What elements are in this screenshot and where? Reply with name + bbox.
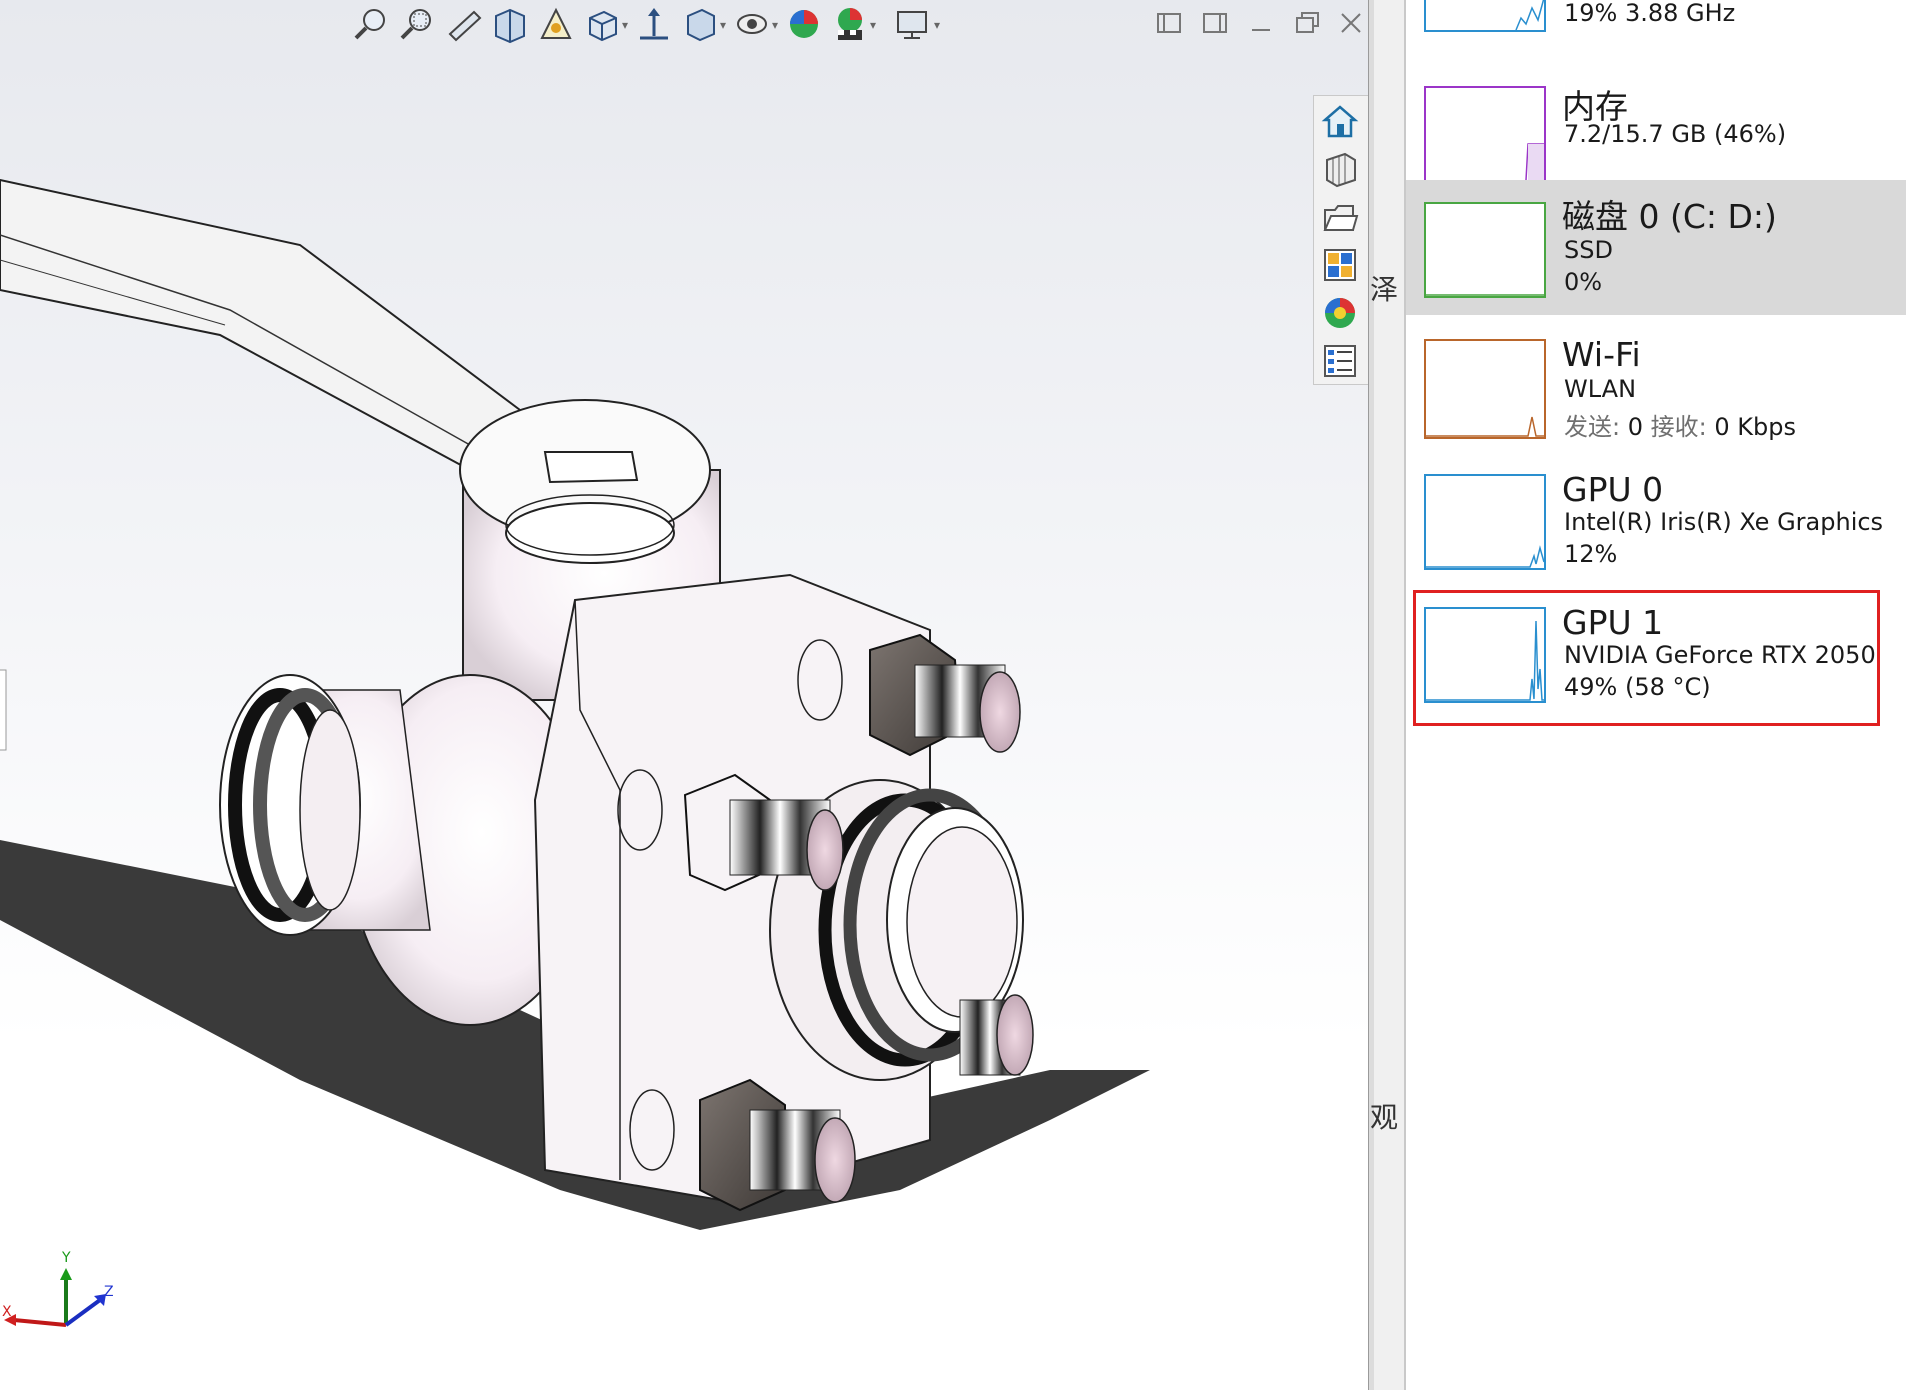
gpu1-highlight-box [1413, 590, 1880, 726]
triad-x-label: X [2, 1304, 12, 1320]
hide-show-dropdown-icon[interactable]: ▾ [720, 18, 726, 32]
edit-appearance-dropdown-icon[interactable]: ▾ [772, 18, 778, 32]
previous-view-icon[interactable] [444, 4, 484, 44]
background-text-bottom: 观 [1370, 1101, 1399, 1134]
triad-z-label: Z [104, 1284, 114, 1300]
cpu-usage-text: 19% 3.88 GHz [1564, 0, 1736, 27]
cpu-graph [1424, 0, 1546, 32]
disk-type-text: SSD [1564, 236, 1613, 264]
task-pane-tabs [1313, 95, 1368, 385]
view-settings-icon[interactable] [830, 4, 870, 44]
cad-viewport[interactable]: Y X Z ▾ ▾ ▾ ▾ ▾ [0, 0, 1368, 1390]
split-right-icon[interactable] [1198, 6, 1232, 40]
wifi-send-value: 0 [1627, 413, 1644, 441]
gpu0-graph [1424, 474, 1546, 570]
view-palette-icon[interactable] [1319, 244, 1361, 286]
perf-item-disk-0[interactable]: 磁盘 0 (C: D:) SSD 0% [1406, 180, 1906, 315]
memory-usage-text: 7.2/15.7 GB (46%) [1564, 120, 1787, 148]
edit-appearance-icon[interactable] [732, 4, 772, 44]
wifi-adapter-text: WLAN [1564, 375, 1637, 403]
gpu0-usage-text: 12% [1564, 540, 1618, 568]
wifi-recv-value: 0 Kbps [1714, 413, 1796, 441]
home-icon[interactable] [1319, 100, 1361, 142]
restore-icon[interactable] [1290, 6, 1324, 40]
memory-graph [1424, 86, 1546, 182]
dynamic-annotation-icon[interactable] [536, 4, 576, 44]
display-style-icon[interactable] [634, 4, 674, 44]
hide-show-icon[interactable] [680, 4, 720, 44]
perf-item-cpu[interactable]: 19% 3.88 GHz [1406, 0, 1906, 48]
perf-item-wifi[interactable]: Wi-Fi WLAN 发送: 0 接收: 0 Kbps [1406, 325, 1906, 455]
design-library-icon[interactable] [1319, 148, 1361, 190]
bolt-bottom-right [959, 994, 1034, 1076]
close-icon[interactable] [1334, 6, 1368, 40]
bolt-top-right [869, 633, 1021, 757]
apply-scene-icon[interactable] [784, 4, 824, 44]
wifi-recv-label: 接收: [1650, 413, 1707, 441]
wifi-throughput-text: 发送: 0 接收: 0 Kbps [1564, 407, 1796, 442]
gpu0-model-text: Intel(R) Iris(R) Xe Graphics [1564, 508, 1884, 536]
background-window-strip [1374, 0, 1406, 1390]
zoom-area-icon[interactable] [398, 4, 438, 44]
appearances-icon[interactable] [1319, 292, 1361, 334]
wifi-send-label: 发送: [1564, 413, 1621, 441]
display-monitor-icon[interactable] [892, 4, 932, 44]
handle-lever [0, 178, 522, 472]
disk-graph [1424, 202, 1546, 298]
split-left-icon[interactable] [1152, 6, 1186, 40]
perf-item-memory[interactable]: 内存 7.2/15.7 GB (46%) [1406, 70, 1906, 198]
zoom-to-fit-icon[interactable] [352, 4, 392, 44]
axis-triad: Y X Z [2, 1250, 114, 1327]
wifi-graph [1424, 339, 1546, 439]
background-text-top: 泽 [1370, 273, 1399, 306]
view-settings-dropdown-icon[interactable]: ▾ [870, 18, 876, 32]
view-orientation-icon[interactable] [582, 4, 622, 44]
file-explorer-icon[interactable] [1319, 196, 1361, 238]
display-monitor-dropdown-icon[interactable]: ▾ [934, 18, 940, 32]
minimize-icon[interactable] [1244, 6, 1278, 40]
disk-usage-text: 0% [1564, 268, 1603, 296]
custom-properties-icon[interactable] [1319, 340, 1361, 382]
triad-y-label: Y [61, 1250, 71, 1266]
wifi-title: Wi-Fi [1562, 335, 1641, 374]
ball-valve-model[interactable]: Y X Z [0, 0, 1368, 1390]
view-orientation-dropdown-icon[interactable]: ▾ [622, 18, 628, 32]
section-view-icon[interactable] [490, 4, 530, 44]
gpu0-title: GPU 0 [1562, 470, 1664, 509]
disk-title: 磁盘 0 (C: D:) [1562, 197, 1777, 236]
perf-item-gpu-0[interactable]: GPU 0 Intel(R) Iris(R) Xe Graphics 12% [1406, 460, 1906, 590]
